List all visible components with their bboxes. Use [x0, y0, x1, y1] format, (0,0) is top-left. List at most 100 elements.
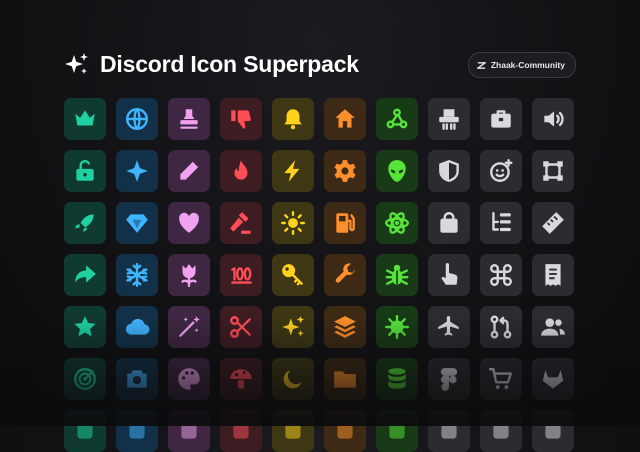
share-arrow-icon — [75, 265, 96, 283]
icon-grid — [64, 98, 576, 452]
icon-tile[interactable] — [168, 306, 210, 348]
icon-tile[interactable] — [480, 98, 522, 140]
icon-tile[interactable] — [480, 306, 522, 348]
icon-tile[interactable] — [64, 150, 106, 192]
tulip-icon — [181, 264, 197, 288]
webhook-icon — [386, 108, 408, 129]
selection-icon — [543, 161, 563, 181]
magic-wand-icon — [179, 316, 200, 337]
icon-tile[interactable] — [376, 306, 418, 348]
row7-icon-5 — [285, 423, 301, 439]
icon-tile[interactable] — [168, 150, 210, 192]
icon-tile[interactable] — [376, 150, 418, 192]
icon-tile[interactable] — [168, 202, 210, 244]
cloud-icon — [125, 318, 150, 335]
fuel-icon — [336, 213, 355, 233]
icon-tile[interactable] — [324, 358, 366, 400]
icon-tile[interactable] — [272, 358, 314, 400]
icon-tile[interactable] — [480, 202, 522, 244]
icon-tile[interactable] — [532, 306, 574, 348]
pull-request-icon — [490, 315, 512, 339]
palette-icon — [178, 368, 200, 390]
icon-tile[interactable] — [272, 98, 314, 140]
icon-tile[interactable] — [428, 358, 470, 400]
rocket-icon — [75, 214, 94, 232]
icon-tile[interactable] — [116, 410, 158, 452]
icon-tile[interactable] — [168, 98, 210, 140]
virus-icon — [384, 314, 410, 340]
icon-tile[interactable] — [324, 306, 366, 348]
icon-tile[interactable] — [116, 306, 158, 348]
icon-tile[interactable] — [428, 410, 470, 452]
icon-tile[interactable] — [428, 254, 470, 296]
icon-tile[interactable] — [64, 202, 106, 244]
icon-tile[interactable] — [220, 306, 262, 348]
pointer-hand-icon — [441, 263, 458, 285]
icon-tile[interactable] — [220, 410, 262, 452]
icon-tile[interactable] — [168, 358, 210, 400]
users-icon — [541, 318, 565, 336]
row7-icon-8 — [441, 423, 457, 439]
icon-tile[interactable] — [64, 306, 106, 348]
lightning-icon — [284, 160, 300, 182]
icon-tile[interactable] — [116, 254, 158, 296]
icon-tile[interactable] — [324, 98, 366, 140]
icon-tile[interactable] — [532, 98, 574, 140]
icon-tile[interactable] — [480, 358, 522, 400]
icon-tile[interactable] — [64, 358, 106, 400]
icon-tile[interactable] — [272, 254, 314, 296]
icon-tile[interactable] — [480, 410, 522, 452]
key-icon — [282, 264, 303, 286]
icon-tile[interactable] — [272, 306, 314, 348]
icon-tile[interactable] — [64, 98, 106, 140]
community-badge[interactable]: Zhaak-Community — [467, 52, 576, 78]
icon-tile[interactable] — [480, 150, 522, 192]
icon-tile[interactable] — [428, 150, 470, 192]
gitlab-icon — [542, 370, 564, 389]
icon-tile[interactable] — [428, 98, 470, 140]
icon-tile[interactable] — [220, 98, 262, 140]
icon-tile[interactable] — [376, 358, 418, 400]
icon-tile[interactable] — [220, 358, 262, 400]
icon-tile[interactable] — [116, 98, 158, 140]
icon-tile[interactable] — [532, 202, 574, 244]
icon-tile[interactable] — [116, 150, 158, 192]
icon-tile[interactable] — [428, 306, 470, 348]
icon-tile[interactable] — [64, 410, 106, 452]
icon-tile[interactable] — [324, 254, 366, 296]
icon-tile[interactable] — [532, 358, 574, 400]
icon-tile[interactable] — [324, 410, 366, 452]
icon-tile[interactable] — [116, 202, 158, 244]
icon-tile[interactable] — [220, 202, 262, 244]
icon-tile[interactable] — [220, 254, 262, 296]
alien-icon — [388, 160, 406, 182]
sun-icon — [280, 210, 306, 236]
icon-tile[interactable] — [324, 150, 366, 192]
shield-icon — [439, 160, 459, 182]
icon-tile[interactable] — [168, 410, 210, 452]
row7-icon-7 — [389, 423, 405, 439]
icon-tile[interactable] — [532, 150, 574, 192]
atom-icon — [384, 212, 410, 234]
icon-tile[interactable] — [428, 202, 470, 244]
icon-tile[interactable] — [376, 202, 418, 244]
icon-tile[interactable] — [376, 254, 418, 296]
icon-tile[interactable] — [532, 254, 574, 296]
icon-tile[interactable] — [116, 358, 158, 400]
icon-tile[interactable] — [376, 98, 418, 140]
icon-tile[interactable] — [532, 410, 574, 452]
icon-tile[interactable] — [324, 202, 366, 244]
icon-tile[interactable] — [64, 254, 106, 296]
zhaak-logo-icon — [476, 61, 486, 69]
icon-tile[interactable] — [272, 150, 314, 192]
target-icon — [74, 368, 96, 390]
icon-tile[interactable] — [168, 254, 210, 296]
icon-tile[interactable] — [480, 254, 522, 296]
icon-tile[interactable] — [272, 410, 314, 452]
sparkle-icon — [126, 160, 148, 182]
mushroom-icon — [230, 369, 252, 389]
icon-tile[interactable] — [376, 410, 418, 452]
row7-icon-4 — [233, 423, 249, 439]
icon-tile[interactable] — [220, 150, 262, 192]
icon-tile[interactable] — [272, 202, 314, 244]
